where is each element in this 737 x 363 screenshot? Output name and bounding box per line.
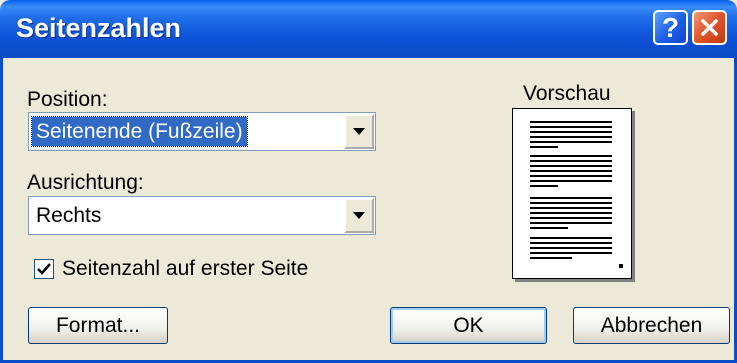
alignment-dropdown-value: Rechts: [36, 204, 102, 227]
alignment-dropdown[interactable]: Rechts: [28, 196, 376, 235]
close-button[interactable]: [692, 10, 727, 45]
position-dropdown-value: Seitenende (Fußzeile): [31, 116, 248, 147]
help-button[interactable]: ?: [653, 10, 688, 45]
position-label: Position:: [27, 88, 108, 111]
preview-label: Vorschau: [523, 82, 611, 105]
title-bar: Seitenzahlen ?: [0, 0, 737, 58]
page-numbers-dialog: Seitenzahlen ? Position: Seitenende (Fuß…: [0, 0, 737, 363]
checkmark-icon: [37, 263, 51, 275]
chevron-down-icon: [353, 212, 365, 219]
position-dropdown[interactable]: Seitenende (Fußzeile): [28, 112, 376, 151]
alignment-label: Ausrichtung:: [27, 171, 144, 194]
cancel-button[interactable]: Abbrechen: [573, 307, 730, 344]
ok-button[interactable]: OK: [390, 307, 547, 344]
first-page-checkbox-label[interactable]: Seitenzahl auf erster Seite: [62, 257, 308, 281]
page-number-marker: [619, 264, 623, 268]
alignment-dropdown-button[interactable]: [344, 198, 374, 233]
preview-page: [512, 108, 632, 279]
format-button[interactable]: Format...: [28, 307, 168, 344]
position-dropdown-button[interactable]: [344, 114, 374, 149]
chevron-down-icon: [353, 128, 365, 135]
dialog-body: Position: Seitenende (Fußzeile) Ausricht…: [0, 58, 737, 363]
first-page-checkbox[interactable]: [34, 259, 54, 279]
close-icon: [701, 19, 718, 36]
window-title: Seitenzahlen: [16, 13, 182, 43]
